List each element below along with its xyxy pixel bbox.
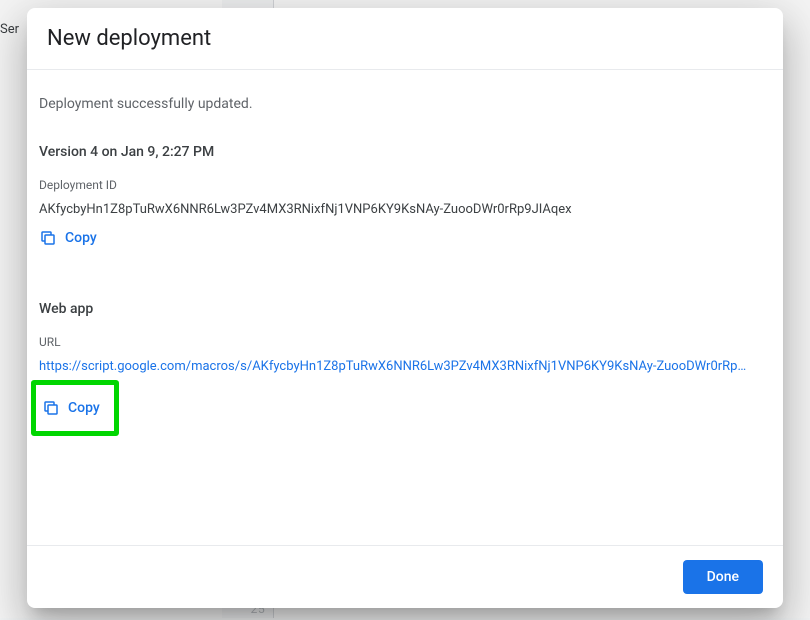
- webapp-url-value[interactable]: https://script.google.com/macros/s/AKfyc…: [37, 359, 763, 374]
- copy-deployment-id-label: Copy: [65, 230, 97, 246]
- version-heading: Version 4 on Jan 9, 2:27 PM: [37, 144, 763, 160]
- copy-webapp-url-highlight: Copy: [31, 380, 119, 436]
- dialog-header: New deployment: [27, 8, 783, 70]
- copy-webapp-url-label: Copy: [68, 400, 100, 416]
- copy-icon: [42, 399, 60, 417]
- new-deployment-dialog: New deployment Deployment successfully u…: [27, 8, 783, 608]
- copy-icon: [39, 229, 57, 247]
- webapp-heading: Web app: [37, 301, 763, 317]
- dialog-footer: Done: [27, 545, 783, 608]
- webapp-url-label: URL: [37, 335, 763, 349]
- done-button[interactable]: Done: [683, 560, 763, 594]
- copy-webapp-url-button[interactable]: Copy: [40, 393, 108, 423]
- deployment-id-label: Deployment ID: [37, 178, 763, 192]
- dialog-body: Deployment successfully updated. Version…: [27, 70, 783, 545]
- deployment-id-value: AKfycbyHn1Z8pTuRwX6NNR6Lw3PZv4MX3RNixfNj…: [37, 202, 763, 217]
- copy-deployment-id-button[interactable]: Copy: [37, 223, 105, 253]
- status-message: Deployment successfully updated.: [37, 80, 763, 120]
- dialog-title: New deployment: [47, 26, 763, 51]
